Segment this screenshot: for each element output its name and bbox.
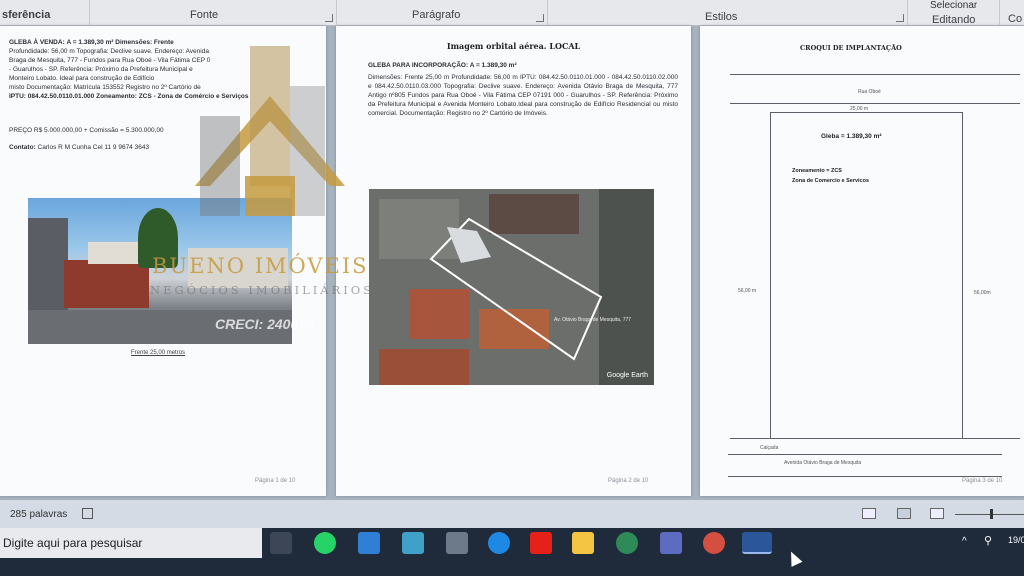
- select-button[interactable]: Selecionar: [930, 0, 977, 11]
- bueno-imoveis-logo: [195, 46, 345, 216]
- aerial-image: Av. Otávio Braga de Mesquita, 777 Google…: [369, 189, 654, 385]
- status-bar: 285 palavras: [0, 500, 1024, 528]
- font-dialog-launcher-icon[interactable]: [325, 14, 333, 22]
- ribbon-group-paragraph: Parágrafo: [337, 0, 548, 26]
- task-view-icon[interactable]: [270, 532, 292, 554]
- photo-wall: [64, 260, 149, 308]
- print-layout-button[interactable]: [897, 508, 911, 519]
- teams-icon[interactable]: [660, 532, 682, 554]
- page-number: Página 1 de 10: [255, 478, 296, 484]
- group-label: Co: [1008, 13, 1023, 25]
- photo-caption: Frente 25,00 metros: [131, 350, 186, 356]
- network-icon[interactable]: ⚲: [984, 534, 992, 547]
- zoning-label: Zoneamento = ZCS: [792, 168, 842, 174]
- contact-value: Carlos R M Cunha Cel 11 9 9674 3643: [37, 144, 150, 151]
- search-placeholder: Digite aqui para pesquisar: [3, 536, 143, 550]
- ribbon-group-editing: Selecionar Editando: [908, 0, 1000, 26]
- sketch-street-label: Rua Oboé: [858, 89, 881, 95]
- contact-text: Contato: Carlos R M Cunha Cel 11 9 9674 …: [9, 143, 149, 152]
- chrome-icon[interactable]: [703, 532, 725, 554]
- word-count[interactable]: 285 palavras: [10, 509, 67, 520]
- ribbon: sferência Fonte Parágrafo Estilos Seleci…: [0, 0, 1024, 26]
- watermark-brand: BUENO IMÓVEIS: [152, 254, 369, 278]
- styles-dialog-launcher-icon[interactable]: [896, 14, 904, 22]
- map-address-label: Av. Otávio Braga de Mesquita, 777: [554, 317, 632, 323]
- zoning-description: Zona de Comercio e Servicos: [792, 178, 870, 184]
- proofing-icon[interactable]: [82, 508, 93, 519]
- group-label: Fonte: [190, 9, 219, 21]
- file-explorer-icon[interactable]: [572, 532, 594, 554]
- sketch-dimension-label: 56,00 m: [738, 288, 757, 294]
- ribbon-group-styles: Estilos: [548, 0, 908, 26]
- sketch-avenue-label: Avenida Otávio Braga de Mesquita: [784, 460, 862, 466]
- word-icon[interactable]: [742, 532, 772, 554]
- lot-top-edge: [770, 112, 962, 113]
- sketch-sidewalk-label: Calçada: [760, 445, 779, 451]
- lot-right-edge: [962, 112, 963, 438]
- installer-icon[interactable]: [402, 532, 424, 554]
- listing-paragraph: Dimensões: Frente 25,00 m Profundidade: …: [368, 74, 678, 117]
- google-earth-logo: Google Earth: [606, 372, 648, 379]
- edge-icon[interactable]: [488, 532, 510, 554]
- globe-icon[interactable]: [616, 532, 638, 554]
- youtube-icon[interactable]: [530, 532, 552, 554]
- ribbon-group-clipboard: sferência: [0, 0, 90, 26]
- sketch-dimension-label: 56,00m: [974, 290, 991, 296]
- paragraph-dialog-launcher-icon[interactable]: [536, 14, 544, 22]
- contact-label: Contato:: [9, 144, 36, 151]
- page-number: Página 2 de 10: [608, 478, 649, 484]
- document-page-3[interactable]: CROQUI DE IMPLANTAÇÃO Rua Oboé 25,00 m G…: [700, 26, 1024, 496]
- sketch-line: [728, 454, 1002, 455]
- web-layout-button[interactable]: [930, 508, 944, 519]
- group-label: Estilos: [705, 11, 738, 23]
- page-title: CROQUI DE IMPLANTAÇÃO: [800, 44, 902, 52]
- sketch-line: [730, 103, 1020, 104]
- calculator-icon[interactable]: [446, 532, 468, 554]
- listing-label: GLEBA À VENDA:: [9, 39, 65, 46]
- tray-chevron-icon[interactable]: ^: [962, 536, 967, 547]
- ribbon-group-font: Fonte: [90, 0, 337, 26]
- lot-area-label: Gleba = 1.389,30 m²: [821, 133, 882, 140]
- listing-text: GLEBA PARA INCORPORAÇÃO: A = 1.389,30 m²…: [368, 61, 678, 121]
- price-text: PREÇO R$ 5.000.000,00 + Comissão = 5.300…: [9, 127, 164, 134]
- sketch-line: [730, 438, 1020, 439]
- read-mode-button[interactable]: [862, 508, 876, 519]
- search-box[interactable]: Digite aqui para pesquisar: [0, 528, 262, 558]
- taskbar: Digite aqui para pesquisar ^ ⚲ 19/0: [0, 528, 1024, 576]
- clock[interactable]: 19/0: [1008, 535, 1024, 545]
- page-number: Página 3 de 10: [962, 478, 1003, 484]
- group-label: Editando: [932, 14, 976, 26]
- lot-outline: [429, 217, 603, 361]
- group-label: Parágrafo: [412, 9, 461, 21]
- zoom-slider-thumb[interactable]: [990, 509, 993, 519]
- sketch-line: [728, 476, 1002, 477]
- lot-left-edge: [770, 112, 771, 438]
- sketch-line: [730, 74, 1020, 75]
- whatsapp-icon[interactable]: [314, 532, 336, 554]
- group-label: sferência: [2, 9, 51, 21]
- listing-heading: GLEBA PARA INCORPORAÇÃO: A = 1.389,30 m²: [368, 62, 517, 69]
- document-area[interactable]: GLEBA À VENDA: A = 1.389,30 m² Dimensões…: [0, 26, 1024, 500]
- watermark-creci: CRECI: 240070: [215, 316, 314, 332]
- watermark-subtitle: NEGÓCIOS IMOBILIÁRIOS: [150, 283, 375, 297]
- monitor-app-icon[interactable]: [358, 532, 380, 554]
